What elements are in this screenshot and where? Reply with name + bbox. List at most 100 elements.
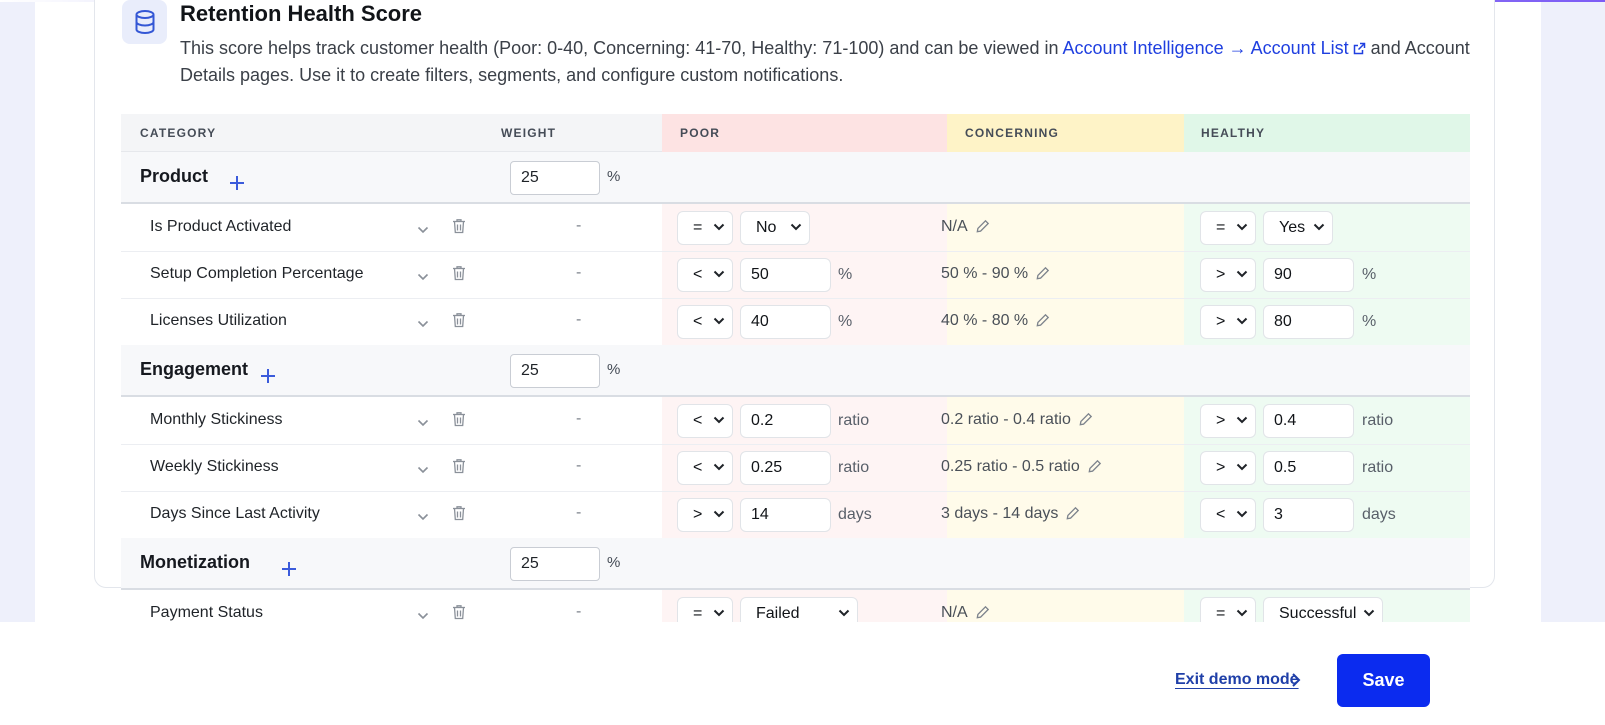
concerning-range-text: N/A [941, 604, 968, 621]
chevron-right-icon[interactable] [1291, 672, 1301, 688]
poor-value-input[interactable]: 0.25 [740, 451, 831, 485]
concerning-range: N/A [941, 604, 990, 624]
trash-icon[interactable] [452, 218, 466, 239]
healthy-operator-select[interactable]: = [1200, 211, 1256, 245]
trash-icon[interactable] [452, 411, 466, 432]
metric-weight: - [576, 311, 582, 328]
metric-name[interactable]: Monthly Stickiness [150, 411, 283, 429]
healthy-operator-select[interactable]: > [1200, 404, 1256, 438]
healthy-operator-value: > [1216, 313, 1226, 330]
metric-dropdown-chevron-icon[interactable] [417, 461, 429, 479]
save-button[interactable]: Save [1337, 654, 1430, 707]
metric-dropdown-chevron-icon[interactable] [417, 315, 429, 333]
metric-row: Monthly Stickiness - <0.2 ratio 0.2 ratio - … [121, 397, 1470, 445]
metric-name[interactable]: Weekly Stickiness [150, 458, 279, 476]
pencil-icon[interactable] [1036, 266, 1050, 285]
healthy-value-input[interactable]: 80 [1263, 305, 1354, 339]
weight-unit: % [607, 554, 621, 571]
poor-operator-select[interactable]: < [677, 451, 733, 485]
account-list-link-text[interactable]: Account Intelligence → Account List [1062, 38, 1348, 58]
col-header-concerning: CONCERNING [947, 114, 1184, 152]
metric-dropdown-chevron-icon[interactable] [417, 414, 429, 432]
col-header-weight: WEIGHT [501, 126, 557, 140]
category-row: Monetization 25% [121, 538, 1470, 590]
healthy-operator-value: > [1216, 459, 1226, 476]
metric-name[interactable]: Licenses Utilization [150, 312, 287, 330]
col-header-healthy: HEALTHY [1184, 114, 1470, 152]
concerning-range: 50 % - 90 % [941, 265, 1050, 285]
metric-weight: - [576, 457, 582, 474]
healthy-value-input[interactable]: 0.5 [1263, 451, 1354, 485]
poor-operator-value: > [693, 506, 703, 523]
concerning-range: 0.25 ratio - 0.5 ratio [941, 458, 1102, 478]
exit-demo-link[interactable]: Exit demo mode [1175, 671, 1299, 689]
pencil-icon[interactable] [1036, 313, 1050, 332]
healthy-operator-value: > [1216, 266, 1226, 283]
poor-value-input[interactable]: 40 [740, 305, 831, 339]
healthy-operator-value: > [1216, 412, 1226, 429]
trash-icon[interactable] [452, 458, 466, 479]
weight-unit: % [607, 168, 621, 185]
poor-value-input[interactable]: 14 [740, 498, 831, 532]
add-metric-icon[interactable] [229, 169, 245, 195]
healthy-value: Successful [1279, 605, 1357, 622]
healthy-unit: ratio [1362, 459, 1394, 476]
account-list-link[interactable]: Account Intelligence → Account List [1062, 38, 1365, 58]
trash-icon[interactable] [452, 505, 466, 526]
healthy-value-input[interactable]: 90 [1263, 258, 1354, 292]
healthy-operator-select[interactable]: > [1200, 451, 1256, 485]
category-weight-input[interactable]: 25 [510, 547, 600, 581]
healthy-operator-value: = [1216, 605, 1226, 622]
metric-dropdown-chevron-icon[interactable] [417, 268, 429, 286]
health-score-table: CATEGORY WEIGHT POOR CONCERNING HEALTHY … [121, 114, 1470, 636]
poor-value: No [756, 219, 777, 236]
concerning-range-text: 0.2 ratio - 0.4 ratio [941, 411, 1071, 428]
healthy-value-input[interactable]: 3 [1263, 498, 1354, 532]
poor-operator-select[interactable]: < [677, 305, 733, 339]
category-weight-input[interactable]: 25 [510, 354, 600, 388]
healthy-operator-select[interactable]: > [1200, 258, 1256, 292]
page-title: Retention Health Score [180, 1, 423, 26]
database-icon [122, 0, 167, 44]
pencil-icon[interactable] [1079, 412, 1093, 431]
metric-name[interactable]: Is Product Activated [150, 218, 291, 236]
poor-operator-select[interactable]: > [677, 498, 733, 532]
metric-name[interactable]: Setup Completion Percentage [150, 265, 363, 283]
external-link-icon [1353, 42, 1365, 55]
metric-dropdown-chevron-icon[interactable] [417, 508, 429, 526]
add-metric-icon[interactable] [281, 555, 297, 581]
concerning-range-text: 3 days - 14 days [941, 505, 1059, 522]
trash-icon[interactable] [452, 265, 466, 286]
concerning-range: 40 % - 80 % [941, 312, 1050, 332]
poor-operator-value: = [693, 219, 703, 236]
pencil-icon[interactable] [976, 219, 990, 238]
healthy-operator-select[interactable]: < [1200, 498, 1256, 532]
poor-value-input[interactable]: 0.2 [740, 404, 831, 438]
trash-icon[interactable] [452, 312, 466, 333]
category-weight-input[interactable]: 25 [510, 161, 600, 195]
healthy-unit: ratio [1362, 412, 1394, 429]
metric-name[interactable]: Days Since Last Activity [150, 505, 320, 523]
metric-name[interactable]: Payment Status [150, 604, 263, 622]
poor-value-select[interactable]: No [740, 211, 810, 245]
poor-unit: % [838, 313, 853, 330]
add-metric-icon[interactable] [260, 362, 276, 388]
healthy-value-select[interactable]: Yes [1263, 211, 1333, 245]
poor-operator-select[interactable]: = [677, 211, 733, 245]
pencil-icon[interactable] [1088, 459, 1102, 478]
poor-operator-select[interactable]: < [677, 404, 733, 438]
poor-operator-select[interactable]: < [677, 258, 733, 292]
metric-dropdown-chevron-icon[interactable] [417, 221, 429, 239]
concerning-range-text: N/A [941, 218, 968, 235]
weight-unit: % [607, 361, 621, 378]
healthy-operator-select[interactable]: > [1200, 305, 1256, 339]
pencil-icon[interactable] [1066, 506, 1080, 525]
metric-weight: - [576, 264, 582, 281]
healthy-operator-value: < [1216, 506, 1226, 523]
concerning-range-text: 50 % - 90 % [941, 265, 1029, 282]
healthy-value-input[interactable]: 0.4 [1263, 404, 1354, 438]
poor-value-input[interactable]: 50 [740, 258, 831, 292]
concerning-range-text: 40 % - 80 % [941, 312, 1029, 329]
category-name: Product [140, 166, 209, 186]
poor-operator-value: < [693, 459, 703, 476]
